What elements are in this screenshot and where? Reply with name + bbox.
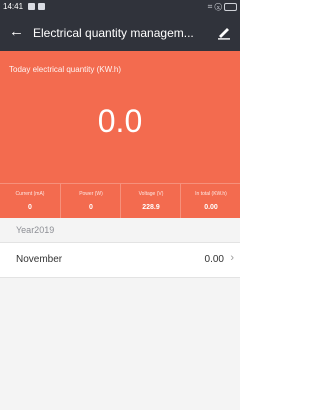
stat-power: Power (W) 0 <box>60 184 121 219</box>
notification-icon <box>28 3 35 10</box>
stat-total-label: In total (KW.h) <box>195 191 227 197</box>
stat-total-value: 0.00 <box>204 204 218 211</box>
status-signal-icons: ⌗ ⓧ <box>207 2 222 11</box>
page-title: Electrical quantity managem... <box>33 26 194 40</box>
chevron-right-icon: › <box>230 252 234 264</box>
stat-voltage-value: 228.9 <box>142 204 160 211</box>
stat-current-value: 0 <box>28 204 32 211</box>
stat-total: In total (KW.h) 0.00 <box>180 184 241 219</box>
stat-current: Current (mA) 0 <box>0 184 60 219</box>
year-label: Year2019 <box>16 225 55 235</box>
year-header: Year2019 <box>0 218 240 242</box>
month-row-november[interactable]: November 0.00 › <box>0 242 240 278</box>
history-section: Year2019 November 0.00 › <box>0 218 240 410</box>
top-app-bar: ← Electrical quantity managem... <box>0 14 240 51</box>
edit-icon[interactable] <box>216 24 232 40</box>
stat-voltage: Voltage (V) 228.9 <box>120 184 181 219</box>
today-energy-value: 0.0 <box>97 103 143 139</box>
status-bar: 14:41 ⌗ ⓧ <box>0 0 240 14</box>
today-energy-panel: Today electrical quantity (KW.h) 0.0 Cur… <box>0 51 240 219</box>
status-time: 14:41 <box>3 2 24 11</box>
stat-voltage-label: Voltage (V) <box>138 191 164 197</box>
stat-power-value: 0 <box>89 204 93 211</box>
month-value: 0.00 <box>204 254 224 265</box>
stats-row: Current (mA) 0 Power (W) 0 Voltage (V) 2… <box>0 183 240 219</box>
app-notification-icon <box>38 3 45 10</box>
back-arrow-icon[interactable]: ← <box>9 23 24 41</box>
month-name: November <box>16 254 63 265</box>
stat-power-label: Power (W) <box>79 191 103 197</box>
battery-icon <box>224 3 237 11</box>
today-energy-label: Today electrical quantity (KW.h) <box>9 65 122 74</box>
stat-current-label: Current (mA) <box>15 191 45 197</box>
